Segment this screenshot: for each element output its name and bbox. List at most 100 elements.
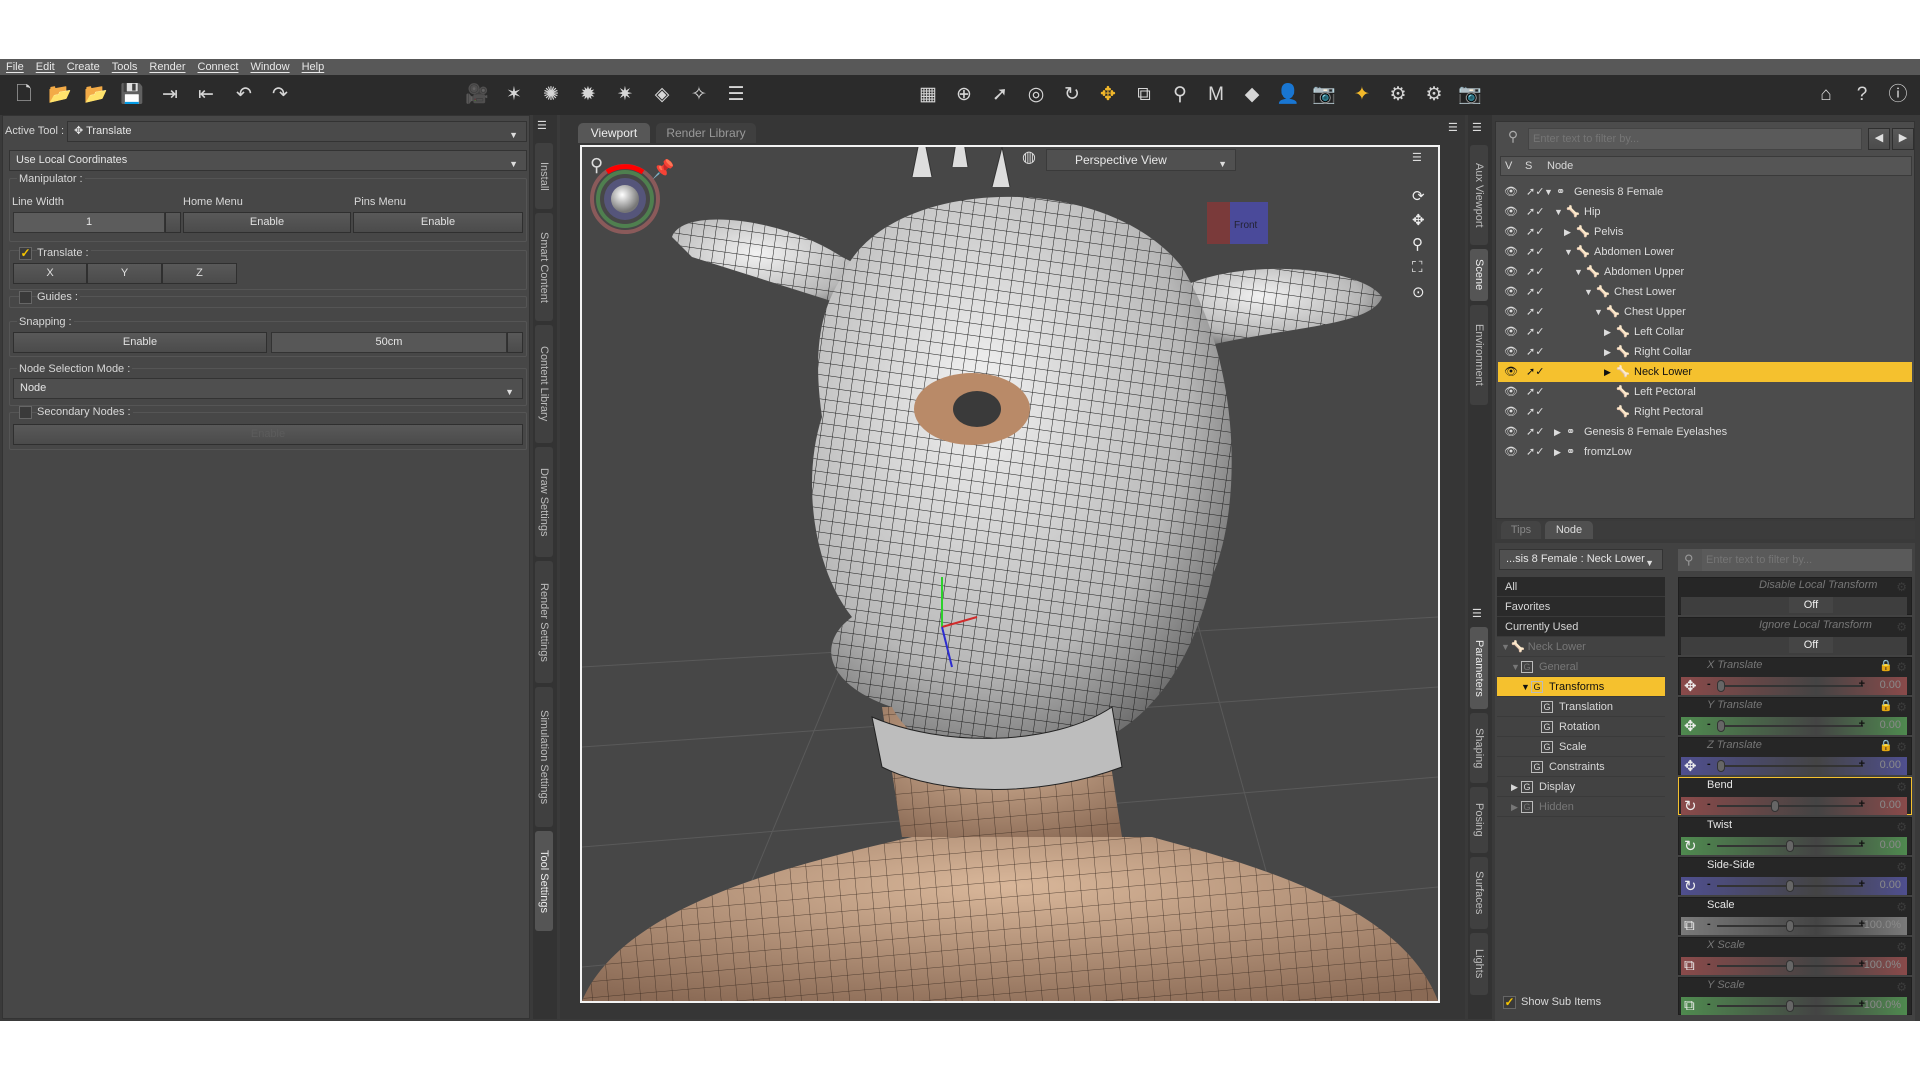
pane-menu-icon[interactable]: ☰ (1448, 121, 1458, 134)
scene-node-row[interactable]: 👁 ➚✓ ▼ ⚭ Genesis 8 Female (1498, 182, 1912, 202)
display-style-icon[interactable]: ◍ (1022, 147, 1036, 167)
tab-viewport[interactable]: Viewport (578, 123, 650, 143)
parameter-value[interactable]: 0.00 (1880, 759, 1901, 771)
visibility-eye-icon[interactable]: 👁 (1504, 422, 1518, 442)
parameter-slider[interactable]: X Translate 🔒 ⚙ ✥ - +0.00 (1678, 657, 1912, 695)
property-group-item[interactable]: G Scale (1497, 737, 1665, 757)
view-selector-dropdown[interactable]: Perspective View ▼ (1046, 149, 1236, 171)
decrement-button[interactable]: - (1707, 958, 1711, 970)
decrement-button[interactable]: - (1707, 838, 1711, 850)
selectable-cursor-icon[interactable]: ➚✓ (1526, 342, 1544, 362)
create-linear-light-icon[interactable]: ✷ (611, 81, 639, 109)
expand-toggle-icon[interactable]: ▼ (1511, 657, 1521, 677)
gear-icon[interactable]: ⚙ (1896, 820, 1907, 834)
decrement-button[interactable]: - (1707, 998, 1711, 1010)
increment-button[interactable]: + (1859, 718, 1865, 730)
decrement-button[interactable]: - (1707, 758, 1711, 770)
parameter-value[interactable]: 0.00 (1880, 679, 1901, 691)
coordinates-dropdown[interactable]: Use Local Coordinates ▼ (9, 150, 527, 171)
expand-toggle-icon[interactable]: ▶ (1511, 797, 1521, 817)
line-width-stepper[interactable] (165, 212, 181, 233)
slider-knob[interactable] (1717, 760, 1725, 772)
scene-node-row[interactable]: 👁 ➚✓ ▶ 🦴 Pelvis (1498, 222, 1912, 242)
tab-environment[interactable]: Environment (1470, 305, 1488, 405)
import-icon[interactable]: ⇥ (156, 81, 184, 109)
node-select-icon[interactable]: ◎ (1022, 81, 1050, 109)
3d-viewport[interactable]: ⚲ 📌 Front ◍ Perspective View ▼ ☰ ⟳ ✥ ⚲ ⛶… (580, 145, 1440, 1003)
slider-track[interactable] (1717, 805, 1863, 807)
tab-parameters[interactable]: Parameters (1470, 627, 1488, 709)
render-settings-icon[interactable]: ⚙ (1384, 81, 1412, 109)
expand-toggle-icon[interactable]: ▼ (1544, 182, 1553, 202)
toggle-button[interactable]: Off (1789, 597, 1833, 613)
pin-icon[interactable]: 📌 (652, 158, 674, 179)
expand-toggle-icon[interactable]: ▶ (1604, 362, 1611, 382)
axis-x-button[interactable]: X (13, 263, 87, 284)
parameter-filter-input[interactable] (1702, 549, 1912, 571)
home-menu-enable-button[interactable]: Enable (183, 212, 351, 233)
viewport-menu-icon[interactable]: ☰ (1412, 151, 1422, 164)
selectable-cursor-icon[interactable]: ➚✓ (1526, 222, 1544, 242)
decrement-button[interactable]: - (1707, 878, 1711, 890)
scene-node-row[interactable]: 👁 ➚✓ ▶ 🦴 Left Collar (1498, 322, 1912, 342)
selectable-cursor-icon[interactable]: ➚✓ (1526, 442, 1544, 462)
increment-button[interactable]: + (1859, 758, 1865, 770)
category-all[interactable]: All (1497, 577, 1665, 597)
axis-z-button[interactable]: Z (162, 263, 237, 284)
create-spotlight-icon[interactable]: ✶ (500, 81, 528, 109)
gear-icon[interactable]: ⚙ (1896, 580, 1907, 594)
tab-scene[interactable]: Scene (1470, 249, 1488, 301)
parameter-value[interactable]: 100.0% (1864, 999, 1901, 1011)
expand-toggle-icon[interactable]: ▼ (1501, 637, 1511, 657)
snapping-distance-input[interactable]: 50cm (271, 332, 507, 353)
axis-y-button[interactable]: Y (87, 263, 162, 284)
visibility-eye-icon[interactable]: 👁 (1504, 442, 1518, 462)
menu-render[interactable]: Render (149, 61, 185, 73)
merge-file-icon[interactable]: 📂 (82, 81, 110, 109)
menu-lines-icon[interactable]: ☰ (722, 81, 750, 109)
scene-node-row[interactable]: 👁 ➚✓ 🦴 Right Pectoral (1498, 402, 1912, 422)
parameter-slider[interactable]: Y Translate 🔒 ⚙ ✥ - +0.00 (1678, 697, 1912, 735)
expand-toggle-icon[interactable]: ▶ (1554, 422, 1561, 442)
selectable-cursor-icon[interactable]: ➚✓ (1526, 202, 1544, 222)
decrement-button[interactable]: - (1707, 678, 1711, 690)
expand-toggle-icon[interactable]: ▼ (1574, 262, 1583, 282)
secondary-nodes-checkbox[interactable] (19, 406, 32, 419)
parameter-slider[interactable]: Bend ⚙ ↻ - +0.00 (1678, 777, 1912, 815)
whats-this-icon[interactable]: ? (1848, 81, 1876, 109)
slider-knob[interactable] (1770, 800, 1779, 812)
create-node-icon[interactable]: ✧ (685, 81, 713, 109)
menu-edit[interactable]: Edit (36, 61, 55, 73)
slider-knob[interactable] (1717, 720, 1725, 732)
slider-track[interactable] (1717, 765, 1863, 767)
category-favorites[interactable]: Favorites (1497, 597, 1665, 617)
gear-icon[interactable]: ⚙ (1896, 740, 1907, 754)
expand-toggle-icon[interactable]: ▶ (1554, 442, 1561, 462)
menu-file[interactable]: File (6, 61, 24, 73)
tab-install[interactable]: Install (535, 143, 553, 209)
lock-icon[interactable]: 🔒 (1879, 659, 1893, 672)
category-currently-used[interactable]: Currently Used (1497, 617, 1665, 637)
decrement-button[interactable]: - (1707, 798, 1711, 810)
select-tool-icon[interactable]: ➚ (986, 81, 1014, 109)
column-visible[interactable]: V (1505, 160, 1512, 172)
expand-toggle-icon[interactable]: ▶ (1511, 777, 1521, 797)
create-distant-light-icon[interactable]: ✺ (537, 81, 565, 109)
visibility-eye-icon[interactable]: 👁 (1504, 402, 1518, 422)
tab-node[interactable]: Node (1545, 521, 1593, 539)
slider-knob[interactable] (1786, 840, 1794, 852)
property-group-item[interactable]: G Constraints (1497, 757, 1665, 777)
visibility-eye-icon[interactable]: 👁 (1504, 202, 1518, 222)
expand-toggle-icon[interactable]: ▼ (1554, 202, 1563, 222)
gear-icon[interactable]: ⚙ (1896, 940, 1907, 954)
previous-match-button[interactable]: ◀ (1868, 128, 1890, 150)
slider-knob[interactable] (1786, 960, 1794, 972)
selectable-cursor-icon[interactable]: ➚✓ (1526, 322, 1544, 342)
column-selectable[interactable]: S (1525, 160, 1532, 172)
expand-toggle-icon[interactable]: ▼ (1584, 282, 1593, 302)
tab-posing[interactable]: Posing (1470, 787, 1488, 853)
expand-toggle-icon[interactable]: ▶ (1604, 322, 1611, 342)
decrement-button[interactable]: - (1707, 718, 1711, 730)
decrement-button[interactable]: - (1707, 918, 1711, 930)
parameter-value[interactable]: 0.00 (1880, 799, 1901, 811)
